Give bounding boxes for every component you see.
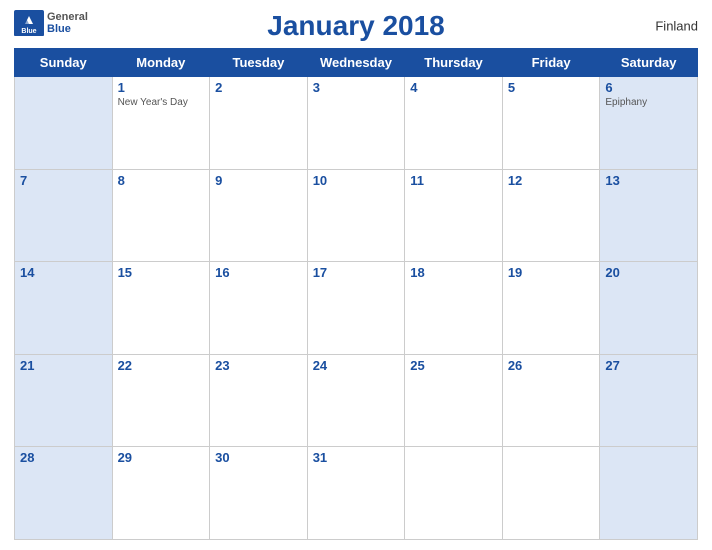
calendar-cell: 1 New Year's Day xyxy=(112,77,210,170)
day-number: 24 xyxy=(313,358,400,373)
calendar-cell: 14 xyxy=(15,262,113,355)
calendar-table: Sunday Monday Tuesday Wednesday Thursday… xyxy=(14,48,698,540)
month-title: January 2018 xyxy=(267,10,444,42)
calendar-cell: 11 xyxy=(405,169,503,262)
day-number: 30 xyxy=(215,450,302,465)
header-tuesday: Tuesday xyxy=(210,49,308,77)
calendar-cell: 25 xyxy=(405,354,503,447)
calendar-cell: 24 xyxy=(307,354,405,447)
calendar-cell: 2 xyxy=(210,77,308,170)
calendar-cell: 13 xyxy=(600,169,698,262)
logo-general: General xyxy=(47,11,88,23)
calendar-cell: 7 xyxy=(15,169,113,262)
calendar-cell xyxy=(502,447,600,540)
calendar-cell: 3 xyxy=(307,77,405,170)
day-number: 9 xyxy=(215,173,302,188)
calendar-cell: 23 xyxy=(210,354,308,447)
holiday-label: Epiphany xyxy=(605,97,692,108)
calendar-cell: 15 xyxy=(112,262,210,355)
day-number: 18 xyxy=(410,265,497,280)
calendar-cell: 12 xyxy=(502,169,600,262)
day-number: 17 xyxy=(313,265,400,280)
days-header-row: Sunday Monday Tuesday Wednesday Thursday… xyxy=(15,49,698,77)
day-number: 3 xyxy=(313,80,400,95)
calendar-cell: 9 xyxy=(210,169,308,262)
calendar-cell: 30 xyxy=(210,447,308,540)
calendar-week-5: 28 29 30 31 xyxy=(15,447,698,540)
calendar-cell xyxy=(600,447,698,540)
day-number: 7 xyxy=(20,173,107,188)
day-number: 11 xyxy=(410,173,497,188)
day-number: 20 xyxy=(605,265,692,280)
calendar-week-1: 1 New Year's Day 23456 Epiphany xyxy=(15,77,698,170)
day-number: 21 xyxy=(20,358,107,373)
header-saturday: Saturday xyxy=(600,49,698,77)
calendar-container: Blue General Blue January 2018 Finland S… xyxy=(0,0,712,550)
day-number: 5 xyxy=(508,80,595,95)
day-number: 29 xyxy=(118,450,205,465)
day-number: 12 xyxy=(508,173,595,188)
day-number: 4 xyxy=(410,80,497,95)
calendar-header: Blue General Blue January 2018 Finland xyxy=(14,10,698,42)
calendar-week-4: 21 22 23 24 25 26 27 xyxy=(15,354,698,447)
day-number: 23 xyxy=(215,358,302,373)
calendar-cell: 4 xyxy=(405,77,503,170)
calendar-cell: 17 xyxy=(307,262,405,355)
day-number: 6 xyxy=(605,80,692,95)
day-number: 22 xyxy=(118,358,205,373)
calendar-cell: 5 xyxy=(502,77,600,170)
day-number: 16 xyxy=(215,265,302,280)
header-monday: Monday xyxy=(112,49,210,77)
day-number: 14 xyxy=(20,265,107,280)
calendar-cell xyxy=(15,77,113,170)
day-number: 26 xyxy=(508,358,595,373)
day-number: 19 xyxy=(508,265,595,280)
calendar-week-3: 14 15 16 17 18 19 20 xyxy=(15,262,698,355)
logo-blue: Blue xyxy=(47,23,71,35)
logo: Blue General Blue xyxy=(14,10,88,36)
calendar-cell: 8 xyxy=(112,169,210,262)
day-number: 27 xyxy=(605,358,692,373)
calendar-cell: 28 xyxy=(15,447,113,540)
svg-text:Blue: Blue xyxy=(21,28,36,35)
header-wednesday: Wednesday xyxy=(307,49,405,77)
calendar-body: 1New Year's Day23456Epiphany789101112131… xyxy=(15,77,698,540)
header-friday: Friday xyxy=(502,49,600,77)
calendar-cell xyxy=(405,447,503,540)
calendar-cell: 18 xyxy=(405,262,503,355)
logo-icon: Blue xyxy=(14,10,44,36)
calendar-cell: 19 xyxy=(502,262,600,355)
day-number: 1 xyxy=(118,80,205,95)
day-number: 31 xyxy=(313,450,400,465)
day-number: 13 xyxy=(605,173,692,188)
holiday-label: New Year's Day xyxy=(118,97,205,108)
calendar-cell: 16 xyxy=(210,262,308,355)
calendar-cell: 27 xyxy=(600,354,698,447)
calendar-cell: 26 xyxy=(502,354,600,447)
day-number: 2 xyxy=(215,80,302,95)
calendar-cell: 22 xyxy=(112,354,210,447)
calendar-cell: 6 Epiphany xyxy=(600,77,698,170)
calendar-cell: 10 xyxy=(307,169,405,262)
calendar-cell: 29 xyxy=(112,447,210,540)
calendar-week-2: 789 10 11 12 13 xyxy=(15,169,698,262)
header-sunday: Sunday xyxy=(15,49,113,77)
day-number: 8 xyxy=(118,173,205,188)
calendar-cell: 20 xyxy=(600,262,698,355)
header-thursday: Thursday xyxy=(405,49,503,77)
country-label: Finland xyxy=(655,19,698,34)
calendar-cell: 21 xyxy=(15,354,113,447)
logo-text: General Blue xyxy=(47,11,88,35)
day-number: 25 xyxy=(410,358,497,373)
day-number: 10 xyxy=(313,173,400,188)
day-number: 15 xyxy=(118,265,205,280)
calendar-cell: 31 xyxy=(307,447,405,540)
day-number: 28 xyxy=(20,450,107,465)
